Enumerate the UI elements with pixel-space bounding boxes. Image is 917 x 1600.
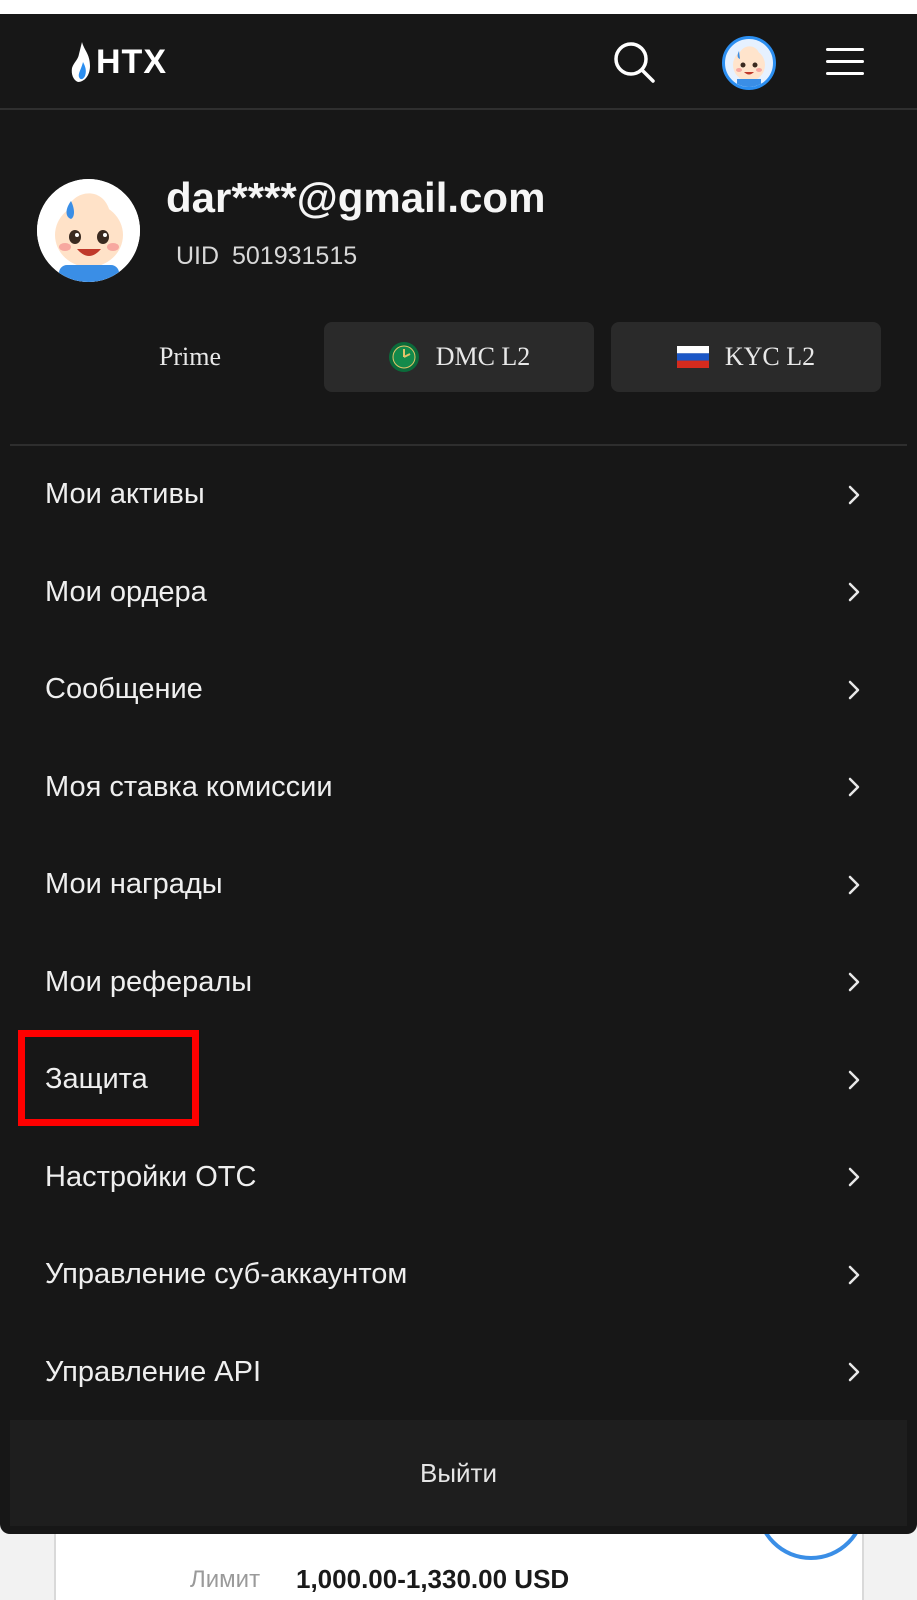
menu-item-messages[interactable]: Сообщение <box>0 641 917 739</box>
dmc-level-badge[interactable]: DMC L2 <box>324 322 594 392</box>
chevron-right-icon <box>848 1265 860 1284</box>
security-highlight-box <box>18 1030 199 1126</box>
menu-item-my-assets[interactable]: Мои активы <box>0 446 917 544</box>
menu-item-my-referrals[interactable]: Мои рефералы <box>0 934 917 1032</box>
menu-item-label: Управление суб-аккаунтом <box>45 1258 408 1291</box>
baby-avatar-icon <box>37 179 140 282</box>
menu-item-api-management[interactable]: Управление API <box>0 1324 917 1422</box>
hamburger-menu-button[interactable] <box>826 48 864 76</box>
search-icon <box>614 42 655 83</box>
menu-item-label: Мои ордера <box>45 575 207 608</box>
menu-item-label: Мои активы <box>45 478 205 511</box>
menu-item-fee-rate[interactable]: Моя ставка комиссии <box>0 739 917 837</box>
menu-bar-line <box>826 60 864 63</box>
chevron-right-icon <box>848 1168 860 1187</box>
chevron-right-icon <box>848 680 860 699</box>
chevron-right-icon <box>848 875 860 894</box>
background-limit-label: Лимит <box>190 1566 261 1593</box>
baby-avatar-icon <box>733 46 765 87</box>
menu-bar-line <box>826 48 864 51</box>
menu-item-label: Настройки OTC <box>45 1160 257 1193</box>
chevron-right-icon <box>848 1363 860 1382</box>
account-menu-list: Мои активы Мои ордера Сообщение Моя став… <box>0 446 917 1421</box>
menu-item-my-orders[interactable]: Мои ордера <box>0 544 917 642</box>
menu-item-my-rewards[interactable]: Мои награды <box>0 836 917 934</box>
kyc-level-badge[interactable]: KYC L2 <box>611 322 881 392</box>
chevron-right-icon <box>848 1070 860 1089</box>
menu-item-otc-settings[interactable]: Настройки OTC <box>0 1129 917 1227</box>
user-avatar-button[interactable] <box>722 36 776 90</box>
profile-avatar <box>37 179 140 282</box>
htx-logo[interactable]: HTX <box>70 40 167 84</box>
user-email: dar****@gmail.com <box>166 174 546 221</box>
user-uid: UID 501931515 <box>176 242 358 270</box>
dmc-clock-icon <box>388 341 420 373</box>
menu-item-label: Мои рефералы <box>45 965 253 998</box>
logo-text: HTX <box>96 42 167 81</box>
screen: Лимит 1,000.00-1,330.00 USD HTX dar****@… <box>0 0 917 1600</box>
menu-item-sub-account[interactable]: Управление суб-аккаунтом <box>0 1226 917 1324</box>
dmc-level-label: DMC L2 <box>435 342 531 371</box>
background-page-top <box>0 0 917 14</box>
chevron-right-icon <box>848 973 860 992</box>
verification-badges: Prime DMC L2 KYC L2 <box>55 322 881 392</box>
chevron-right-icon <box>848 778 860 797</box>
search-button[interactable] <box>612 40 656 84</box>
prime-badge-label: Prime <box>158 342 222 371</box>
flame-icon <box>71 42 90 82</box>
top-bar: HTX <box>0 14 917 110</box>
menu-item-label: Моя ставка комиссии <box>45 770 333 803</box>
menu-item-label: Мои награды <box>45 868 223 901</box>
menu-item-label: Управление API <box>45 1355 262 1388</box>
chevron-right-icon <box>848 485 860 504</box>
background-limit-value: 1,000.00-1,330.00 USD <box>296 1564 570 1594</box>
logout-label: Выйти <box>420 1457 497 1488</box>
menu-bar-line <box>826 72 864 75</box>
logout-button[interactable]: Выйти <box>10 1420 907 1526</box>
menu-item-label: Сообщение <box>45 673 203 706</box>
chevron-right-icon <box>848 583 860 602</box>
russia-flag-icon <box>676 346 709 368</box>
account-menu-panel: HTX dar****@gmail.com UID 501931515 Prim… <box>0 14 917 1534</box>
prime-badge[interactable]: Prime <box>55 322 325 392</box>
kyc-level-label: KYC L2 <box>724 342 816 371</box>
